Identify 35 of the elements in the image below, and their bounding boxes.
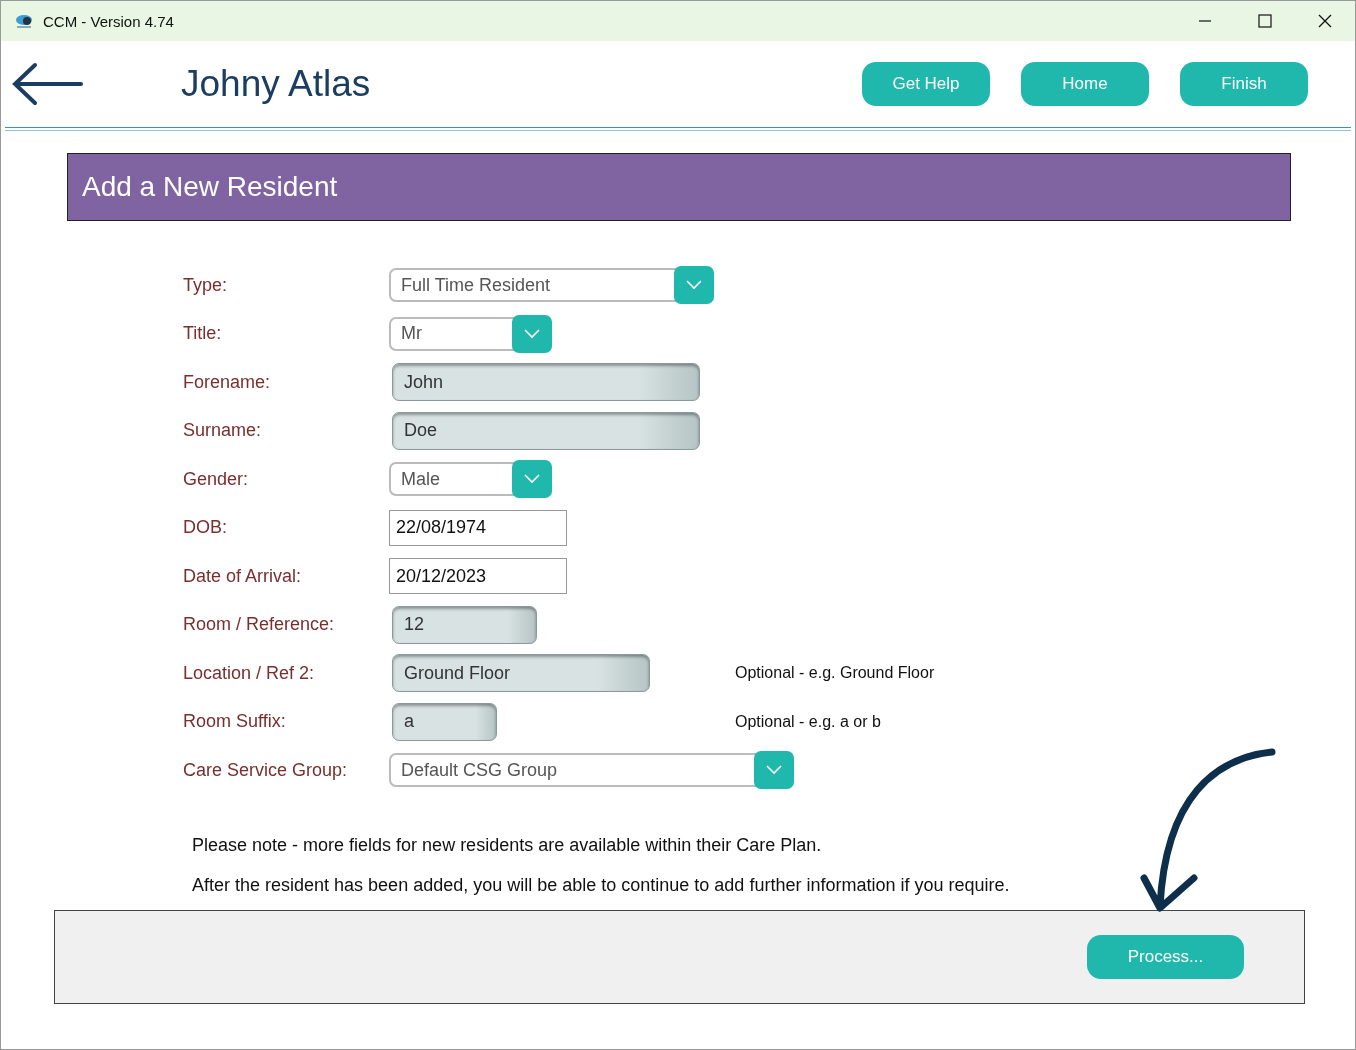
field-label: Gender: [183,468,249,490]
field-label: Location / Ref 2: [183,662,315,684]
chevron-down-icon [524,328,540,339]
back-arrow-icon[interactable] [11,62,83,106]
field-hint: Optional - e.g. a or b [735,712,881,731]
chevron-down-icon [686,280,702,291]
date-field[interactable]: 20/12/2023 [389,558,567,595]
input-field[interactable]: John [392,363,700,402]
field-label: Forename: [183,371,271,393]
input-field[interactable]: Ground Floor [392,654,650,693]
field-label: Room Suffix: [183,711,286,733]
window-title: CCM - Version 4.74 [43,12,174,30]
resident-name: Johny Atlas [181,63,371,105]
page-title: Add a New Resident [82,171,338,203]
input-field[interactable]: a [392,702,497,741]
input-field[interactable]: 12 [392,605,537,644]
input-field[interactable]: Doe [392,411,700,450]
field-label: DOB: [183,517,227,539]
field-label: Surname: [183,420,262,442]
field-label: Room / Reference: [183,614,335,636]
field-label: Type: [183,274,228,296]
chevron-down-icon [766,765,782,776]
field-hint: Optional - e.g. Ground Floor [735,664,935,683]
app-logo-icon [15,12,35,30]
dropdown-field[interactable]: Full Time Resident [389,268,714,303]
info-note: Please note - more fields for new residents are available within their Care Plan. [192,834,823,856]
dropdown-field[interactable]: Male [389,462,552,497]
chevron-down-icon [524,474,540,485]
info-note: After the resident has been added, you will be able to continue to add further information if you require. [192,874,1011,896]
field-label: Title: [183,323,222,345]
date-field[interactable]: 22/08/1974 [389,509,567,546]
dropdown-field[interactable]: Default CSG Group [389,753,794,788]
dropdown-field[interactable]: Mr [389,316,552,351]
field-label: Care Service Group: [183,759,348,781]
field-label: Date of Arrival: [183,565,302,587]
